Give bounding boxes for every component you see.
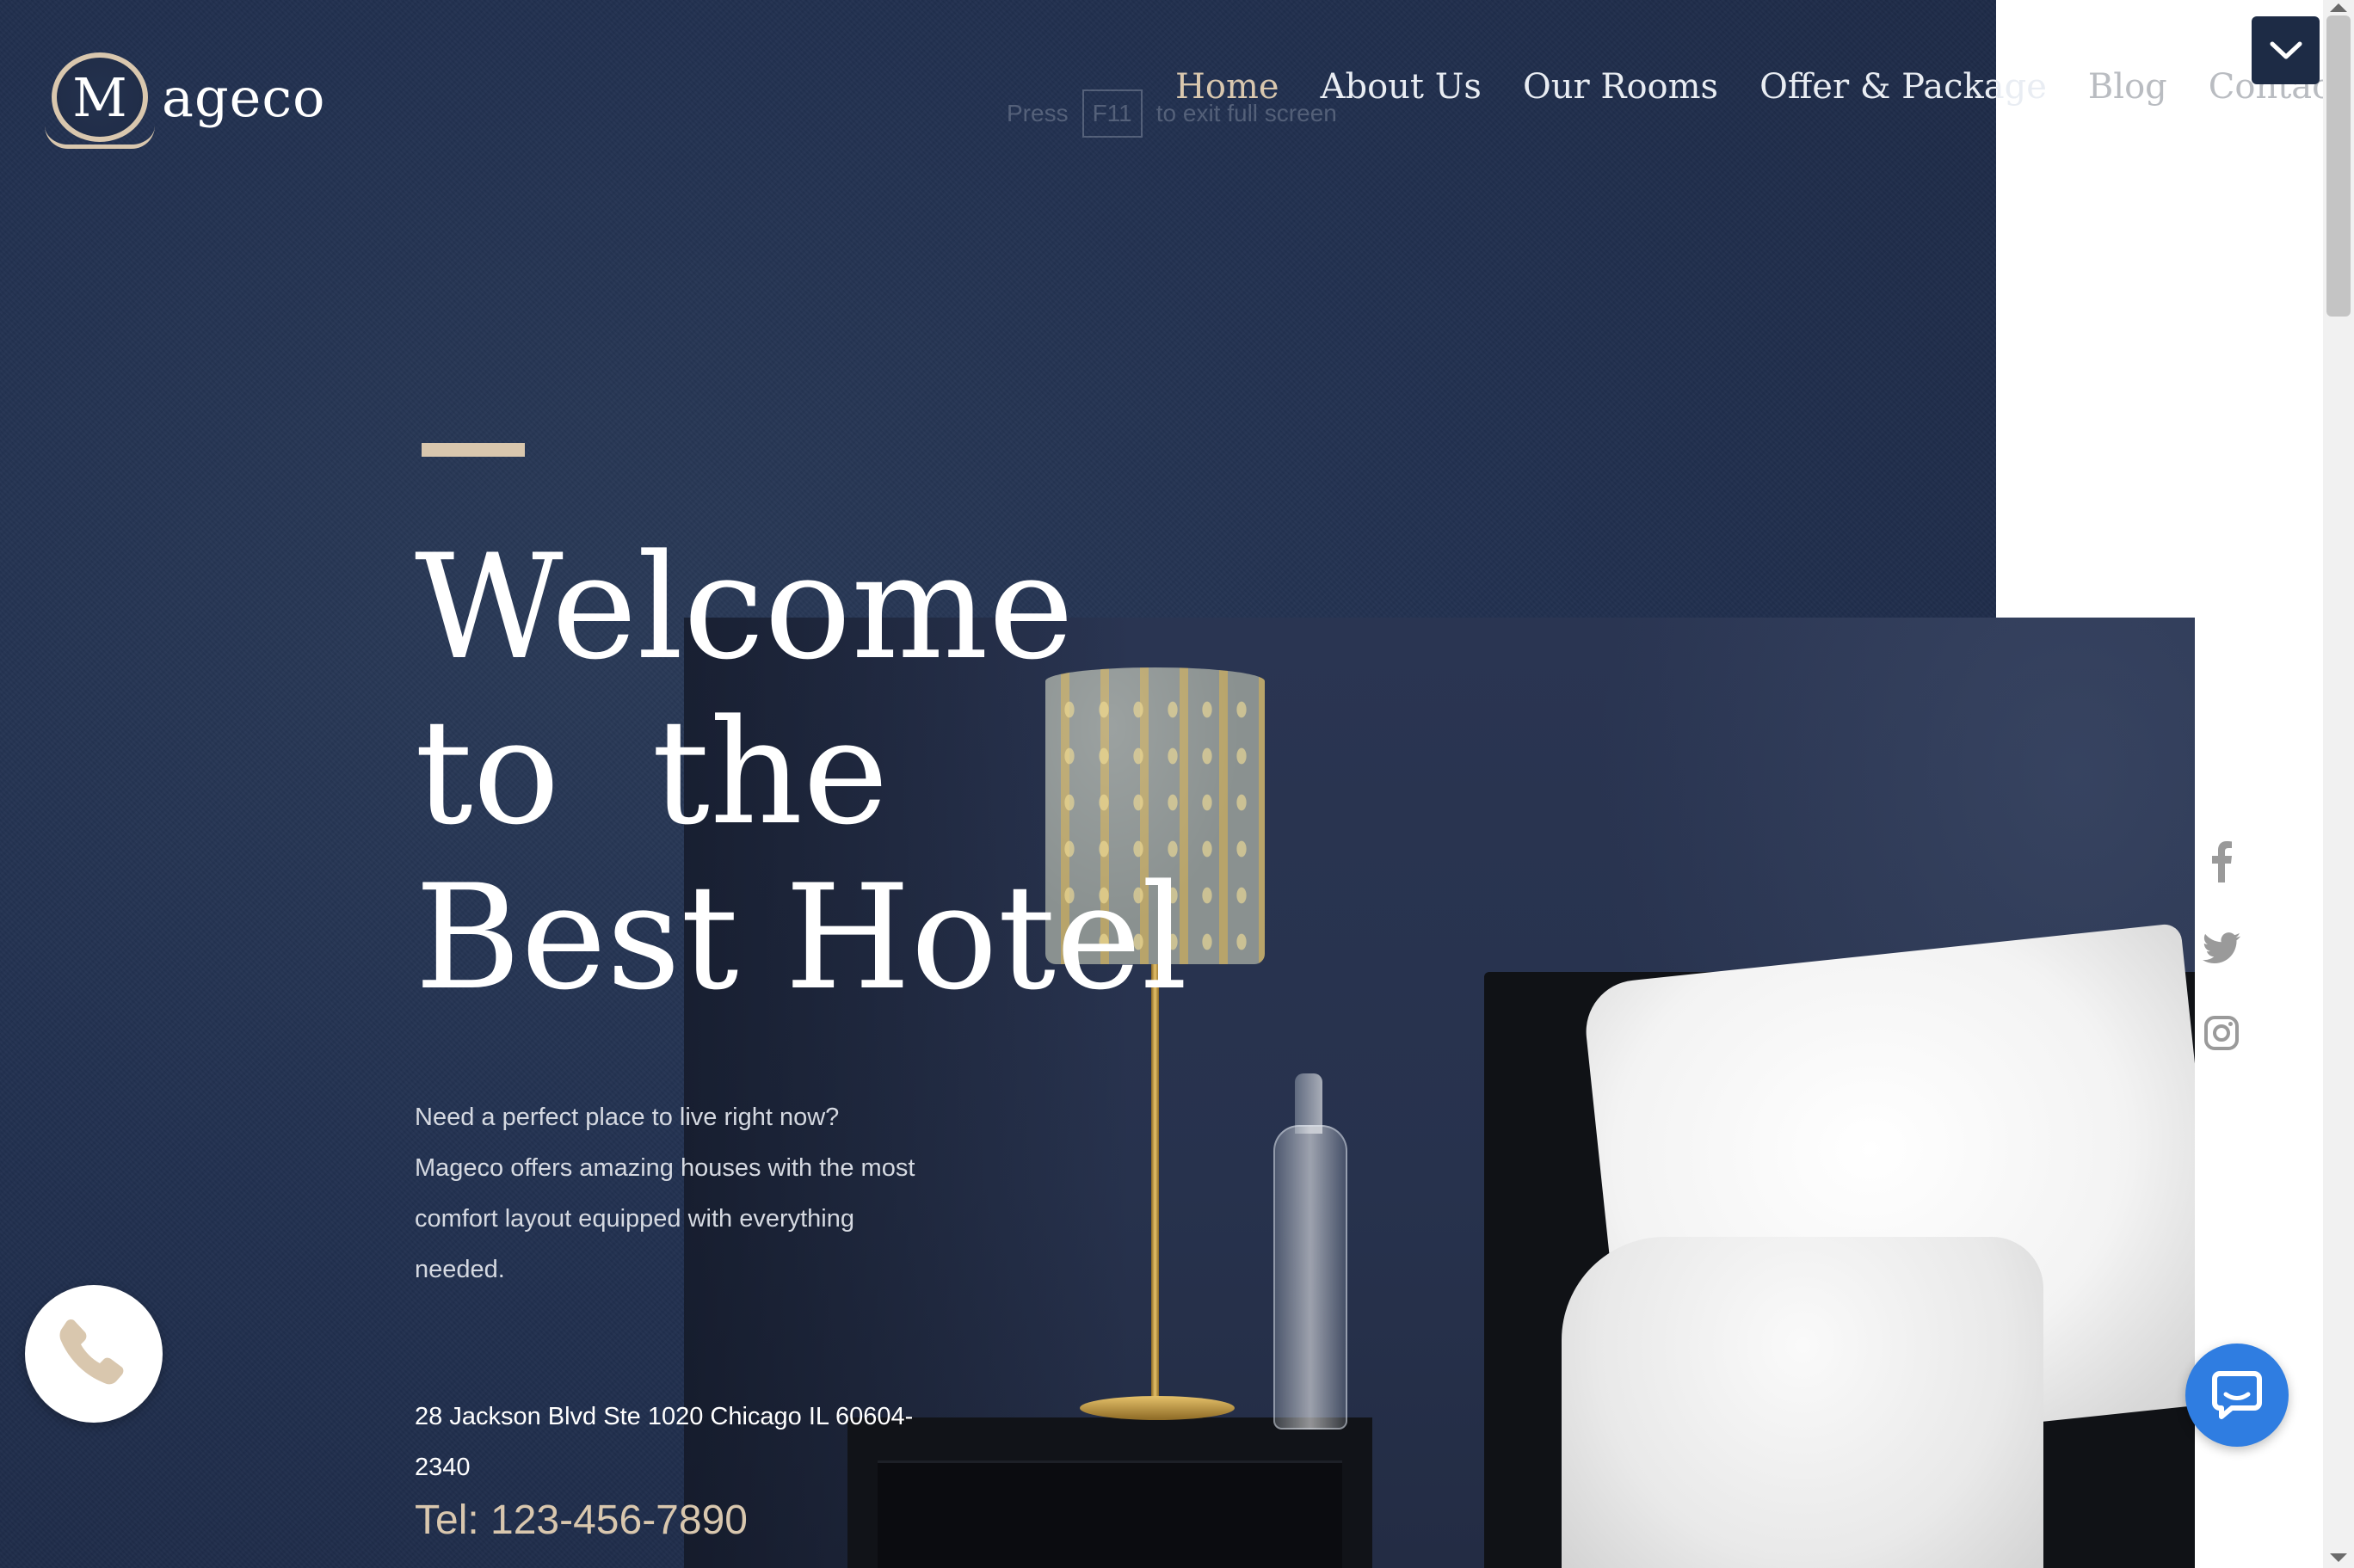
nav-blog[interactable]: Blog bbox=[2088, 67, 2167, 107]
phone-icon bbox=[59, 1319, 124, 1385]
fullscreen-notice-prefix: Press bbox=[1007, 100, 1069, 126]
hotel-address: 28 Jackson Blvd Ste 1020 Chicago IL 6060… bbox=[415, 1392, 965, 1493]
chat-button[interactable] bbox=[2185, 1344, 2289, 1447]
menu-dropdown-button[interactable] bbox=[2252, 16, 2320, 84]
call-button[interactable] bbox=[25, 1285, 163, 1423]
instagram-icon bbox=[2204, 1016, 2239, 1050]
nav-about-us[interactable]: About Us bbox=[1321, 67, 1482, 107]
chevron-down-icon bbox=[2270, 41, 2302, 58]
hero-title: Welcome to the Best Hotel bbox=[415, 525, 1361, 1020]
fullscreen-notice-key: F11 bbox=[1081, 89, 1143, 138]
site-logo[interactable]: M ageco bbox=[45, 50, 326, 149]
hotel-phone-link[interactable]: Tel: 123-456-7890 bbox=[415, 1497, 748, 1544]
nav-offer-package[interactable]: Offer & Package bbox=[1759, 67, 2047, 107]
nav-our-rooms[interactable]: Our Rooms bbox=[1523, 67, 1718, 107]
address-line-2: 2340 bbox=[415, 1454, 471, 1481]
hero-description-line-4: needed. bbox=[415, 1256, 505, 1283]
hero-title-line-2: to the bbox=[415, 688, 889, 857]
hero-title-line-3: Best Hotel bbox=[415, 853, 1188, 1022]
scroll-down-arrow-icon[interactable] bbox=[2330, 1553, 2347, 1562]
instagram-link[interactable] bbox=[2203, 1015, 2240, 1051]
social-links bbox=[2201, 841, 2242, 1051]
scrollbar-thumb[interactable] bbox=[2326, 15, 2351, 317]
accent-bar bbox=[422, 443, 525, 457]
facebook-icon bbox=[2212, 841, 2232, 882]
hero-description-line-1: Need a perfect place to live right now? bbox=[415, 1104, 840, 1131]
nav-home[interactable]: Home bbox=[1175, 67, 1279, 107]
hero-title-line-1: Welcome bbox=[415, 523, 1075, 692]
hero-description-line-3: comfort layout equipped with everything bbox=[415, 1205, 855, 1233]
logo-text: ageco bbox=[162, 65, 326, 129]
scroll-up-arrow-icon[interactable] bbox=[2330, 3, 2347, 12]
hero-description: Need a perfect place to live right now? … bbox=[415, 1092, 965, 1295]
facebook-link[interactable] bbox=[2211, 841, 2232, 882]
main-nav: Home About Us Our Rooms Offer & Package … bbox=[1175, 67, 2354, 107]
twitter-icon bbox=[2203, 932, 2240, 963]
address-line-1: 28 Jackson Blvd Ste 1020 Chicago IL 6060… bbox=[415, 1403, 914, 1430]
twitter-link[interactable] bbox=[2203, 932, 2240, 965]
logo-emblem: M bbox=[45, 52, 155, 149]
hero-description-line-2: Mageco offers amazing houses with the mo… bbox=[415, 1154, 915, 1182]
chat-bubble-icon bbox=[2212, 1371, 2262, 1419]
glass-bottle bbox=[1273, 1125, 1347, 1430]
